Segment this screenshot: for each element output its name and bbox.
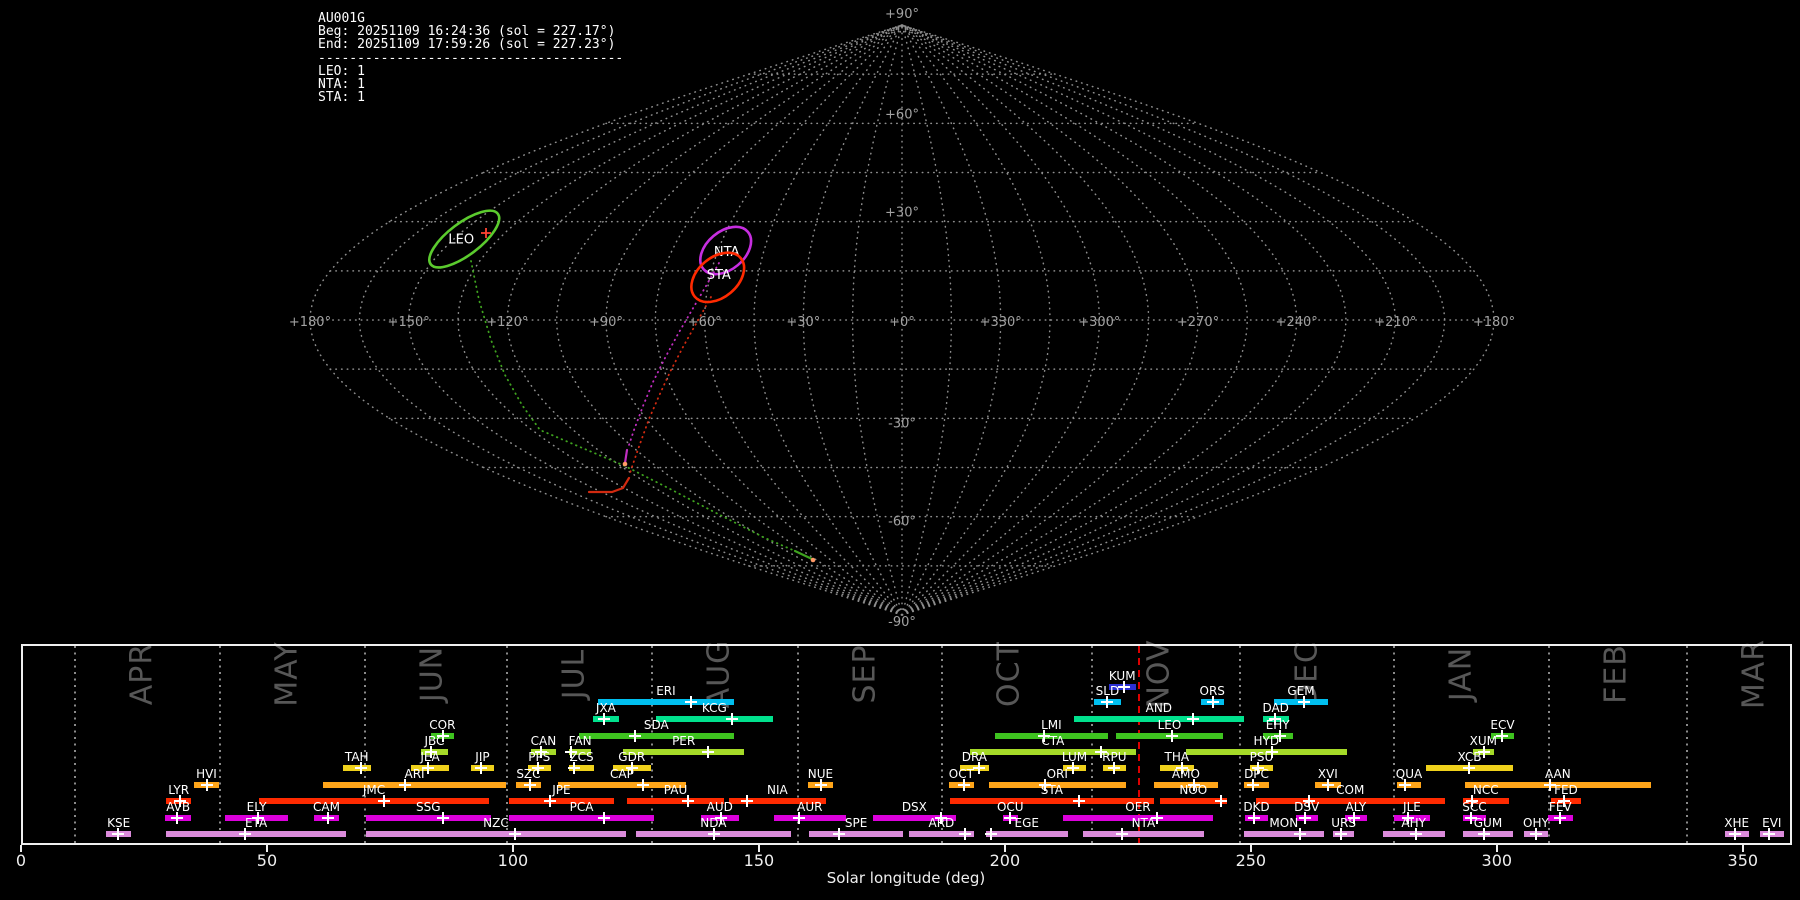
x-axis-tick-label: 100 — [497, 851, 529, 870]
timeline-plot-border — [21, 644, 1792, 845]
activity-timeline: APR MAY JUN JUL AUG SEP OCT NOV DEC JAN FEB MAR KUM E… — [0, 0, 1800, 900]
x-axis-tick-label: 250 — [1235, 851, 1267, 870]
x-axis-tick-label: 150 — [743, 851, 775, 870]
x-axis-tick-label: 200 — [989, 851, 1021, 870]
x-axis-tick-label: 50 — [256, 851, 278, 870]
x-axis-title: Solar longitude (deg) — [826, 869, 986, 887]
radiant-activity-screen: +180° +150° +120° +90° +60° +30° +0° +330° +300°… — [0, 0, 1800, 900]
x-axis-tick-label: 350 — [1727, 851, 1759, 870]
x-axis-tick-label: 300 — [1481, 851, 1513, 870]
x-axis-tick-label: 0 — [15, 851, 27, 870]
